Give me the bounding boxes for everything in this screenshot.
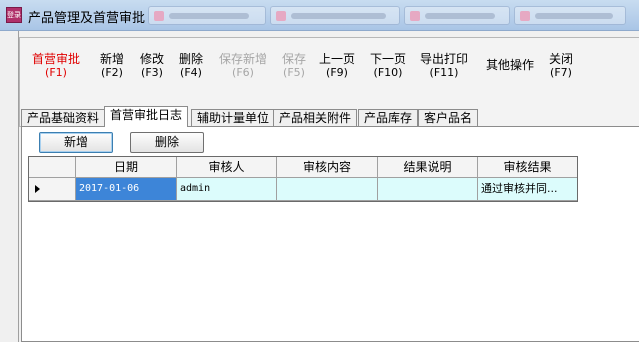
cell-result-note[interactable] bbox=[378, 178, 478, 201]
tab-inventory[interactable]: 产品库存 bbox=[358, 109, 419, 126]
taskbar-ghost-tab-2[interactable] bbox=[270, 6, 400, 25]
close-key: (F7) bbox=[550, 66, 572, 79]
save-button[interactable]: 保存 (F5) bbox=[282, 52, 306, 79]
cell-date[interactable]: 2017-01-06 bbox=[76, 178, 177, 201]
save-new-label: 保存新增 bbox=[219, 52, 268, 66]
taskbar-ghost-tab-3[interactable] bbox=[404, 6, 510, 25]
approve-label: 首营审批 bbox=[32, 52, 81, 66]
close-label: 关闭 bbox=[549, 52, 574, 66]
grid-corner-header bbox=[29, 157, 76, 178]
save-new-button[interactable]: 保存新增 (F6) bbox=[219, 52, 267, 79]
approve-key: (F1) bbox=[45, 66, 67, 79]
main-window: 首营审批 (F1) 新增 (F2) 修改 (F3) 删除 (F4) 保存新增 (… bbox=[18, 31, 639, 342]
cell-review-content[interactable] bbox=[277, 178, 378, 201]
export-print-key: (F11) bbox=[429, 66, 459, 79]
save-label: 保存 bbox=[282, 52, 307, 66]
prev-page-key: (F9) bbox=[326, 66, 348, 79]
add-label: 新增 bbox=[100, 52, 125, 66]
taskbar-ghost-tab-1[interactable] bbox=[148, 6, 266, 25]
add-button[interactable]: 新增 (F2) bbox=[100, 52, 124, 79]
save-key: (F5) bbox=[283, 66, 305, 79]
next-page-button[interactable]: 下一页 (F10) bbox=[370, 52, 406, 79]
col-header-date[interactable]: 日期 bbox=[76, 157, 177, 178]
col-header-result-note[interactable]: 结果说明 bbox=[378, 157, 478, 178]
approve-button[interactable]: 首营审批 (F1) bbox=[32, 52, 80, 79]
row-indicator[interactable] bbox=[29, 178, 76, 201]
export-print-label: 导出打印 bbox=[420, 52, 469, 66]
tab-approval-log[interactable]: 首营审批日志 bbox=[104, 106, 189, 127]
edit-button[interactable]: 修改 (F3) bbox=[140, 52, 164, 79]
other-actions-label: 其他操作 bbox=[486, 58, 535, 72]
approval-log-panel: 新增 删除 日期 审核人 审核内容 结果说明 审核结果 2017-01-06 a… bbox=[21, 126, 639, 342]
delete-button[interactable]: 删除 (F4) bbox=[179, 52, 203, 79]
export-print-button[interactable]: 导出打印 (F11) bbox=[420, 52, 468, 79]
delete-label: 删除 bbox=[179, 52, 204, 66]
approval-log-grid: 日期 审核人 审核内容 结果说明 审核结果 2017-01-06 admin 通… bbox=[28, 156, 578, 202]
other-actions-button[interactable]: 其他操作 bbox=[486, 58, 534, 72]
window-title: 产品管理及首营审批 bbox=[28, 11, 146, 26]
tab-attachments[interactable]: 产品相关附件 bbox=[273, 109, 358, 126]
delete-key: (F4) bbox=[180, 66, 202, 79]
edit-label: 修改 bbox=[140, 52, 165, 66]
next-page-key: (F10) bbox=[373, 66, 403, 79]
tab-customer-name[interactable]: 客户品名 bbox=[418, 109, 479, 126]
save-new-key: (F6) bbox=[232, 66, 254, 79]
prev-page-button[interactable]: 上一页 (F9) bbox=[319, 52, 355, 79]
title-bar: 登录 产品管理及首营审批 bbox=[0, 0, 639, 31]
log-delete-button[interactable]: 删除 bbox=[130, 132, 204, 153]
taskbar-ghost-tab-4[interactable] bbox=[514, 6, 626, 25]
add-key: (F2) bbox=[101, 66, 123, 79]
tab-product-basic[interactable]: 产品基础资料 bbox=[21, 109, 106, 126]
col-header-review-result[interactable]: 审核结果 bbox=[478, 157, 577, 178]
current-row-arrow-icon bbox=[35, 185, 40, 193]
col-header-reviewer[interactable]: 审核人 bbox=[177, 157, 277, 178]
log-add-button[interactable]: 新增 bbox=[39, 132, 113, 153]
cell-reviewer[interactable]: admin bbox=[177, 178, 277, 201]
close-button[interactable]: 关闭 (F7) bbox=[549, 52, 573, 79]
prev-page-label: 上一页 bbox=[319, 52, 356, 66]
tab-aux-unit[interactable]: 辅助计量单位 bbox=[191, 109, 276, 126]
cell-review-result[interactable]: 通过审核并同... bbox=[478, 178, 577, 201]
next-page-label: 下一页 bbox=[370, 52, 407, 66]
col-header-review-content[interactable]: 审核内容 bbox=[277, 157, 378, 178]
edit-key: (F3) bbox=[141, 66, 163, 79]
app-icon: 登录 bbox=[6, 7, 22, 23]
